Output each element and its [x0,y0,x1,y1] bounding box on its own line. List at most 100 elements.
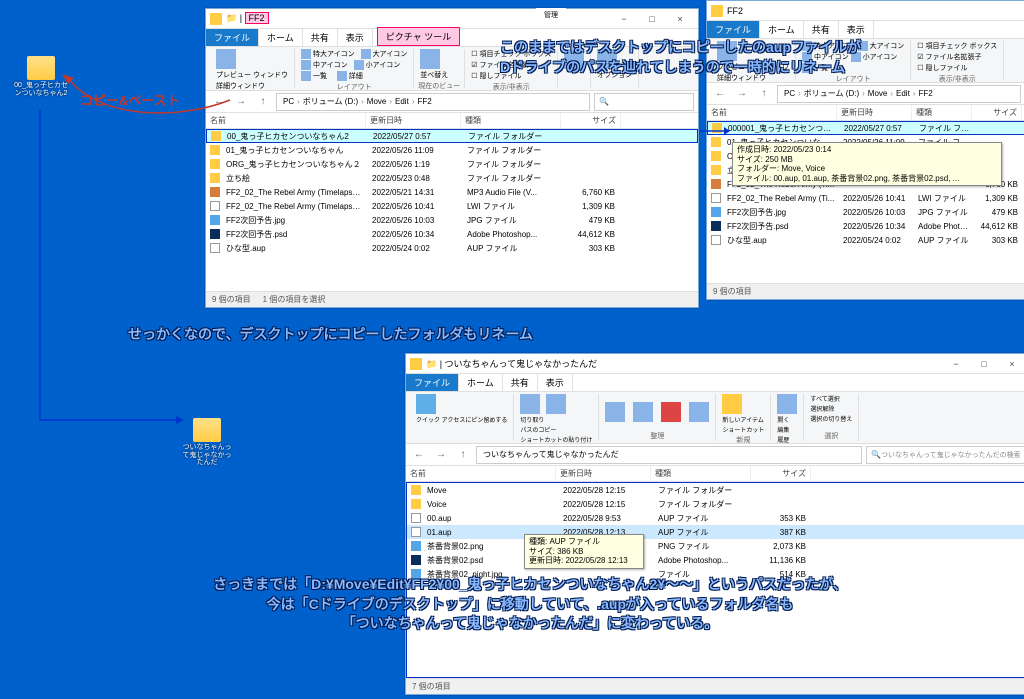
breadcrumb-item[interactable]: Move [365,97,389,106]
titlebar[interactable]: FF2 [707,1,1024,21]
desktop-folder-icon-2[interactable]: ついなちゃんって鬼じゃなかったんだ [180,418,234,467]
table-row[interactable]: FF2_02_The Rebel Army (Timelapse Remix..… [206,185,698,199]
tab-share[interactable]: 共有 [303,29,338,46]
breadcrumb-item[interactable]: ボリューム (D:) [301,96,360,107]
ribbon-sort[interactable]: 並べ替え [418,70,460,80]
up-button[interactable]: ↑ [454,446,472,464]
table-row[interactable]: ひな型.aup2022/05/24 0:02AUP ファイル303 KB [707,233,1024,247]
table-row[interactable]: 01.aup2022/05/28 12:13AUP ファイル387 KB [407,525,1024,539]
breadcrumb-item[interactable]: Edit [894,89,912,98]
table-row[interactable]: FF2次回予告.jpg2022/05/26 10:03JPG ファイル479 K… [206,213,698,227]
tab-home[interactable]: ホーム [459,374,503,391]
breadcrumb-item[interactable]: FF2 [916,89,934,98]
ribbon-props[interactable] [775,394,799,414]
breadcrumb-item[interactable]: FF2 [415,97,433,106]
table-row[interactable]: 茶番背景02.png2022/05/28 12:06PNG ファイル2,073 … [407,539,1024,553]
tab-view[interactable]: 表示 [839,21,874,38]
ribbon-sort[interactable] [418,49,460,69]
tab-manage[interactable]: 管理 [536,8,566,22]
col-name[interactable]: 名前 [707,105,837,120]
table-row[interactable]: FF2次回予告.jpg2022/05/26 10:03JPG ファイル479 K… [707,205,1024,219]
tab-view[interactable]: 表示 [538,374,573,391]
forward-button[interactable]: → [232,93,250,111]
ribbon-pin[interactable] [414,394,509,414]
breadcrumb[interactable]: PC›ボリューム (D:)›Move›Edit›FF2 [276,93,590,111]
ribbon-hidesel[interactable] [562,49,586,69]
ribbon-copyto[interactable] [631,394,655,430]
col-name[interactable]: 名前 [406,466,556,481]
breadcrumb[interactable]: PC›ボリューム (D:)›Move›Edit›FF2 [777,85,1021,103]
tab-file[interactable]: ファイル [406,374,459,391]
ribbon-hidden[interactable]: ☐ 隠しファイル [469,71,553,81]
search-input[interactable]: 🔍 ついなちゃんって鬼じゃなかったんだの検索 [866,446,1024,464]
table-row[interactable]: ORG_鬼っ子ヒカセンついなちゃん２2022/05/26 1:19ファイル フォ… [206,157,698,171]
table-row[interactable]: Voice2022/05/28 12:15ファイル フォルダー [407,497,1024,511]
ribbon-moveto[interactable] [603,394,627,430]
col-name[interactable]: 名前 [206,113,366,128]
col-size[interactable]: サイズ [751,466,811,481]
titlebar[interactable]: 📁 | FF2 − □ × [206,9,698,29]
back-button[interactable]: ← [711,85,729,103]
desktop-folder-icon-1[interactable]: 00_鬼っ子ヒカセンついなちゃん2 [14,56,68,97]
col-size[interactable]: サイズ [972,105,1022,120]
close-button[interactable]: × [666,11,694,27]
ribbon-medium[interactable]: 中アイコン 小アイコン [299,60,409,70]
minimize-button[interactable]: − [942,356,970,372]
table-row[interactable]: 茶番背景02_night.jpgファイル514 KB [407,567,1024,581]
tab-share[interactable]: 共有 [503,374,538,391]
tab-view[interactable]: 表示 [338,29,373,46]
ribbon-delete[interactable] [659,394,683,430]
search-input[interactable]: 🔍 [594,93,694,111]
table-row[interactable]: FF2_02_The Rebel Army (Timelapse Remix..… [206,199,698,213]
up-button[interactable]: ↑ [755,85,773,103]
breadcrumb-item[interactable]: PC [281,97,296,106]
breadcrumb-item[interactable]: Edit [393,97,411,106]
col-type[interactable]: 種類 [461,113,561,128]
table-row[interactable]: FF2次回予告.psd2022/05/26 10:34Adobe Photosh… [707,219,1024,233]
tab-file[interactable]: ファイル [707,21,760,38]
file-list[interactable]: Move2022/05/28 12:15ファイル フォルダーVoice2022/… [406,482,1024,678]
forward-button[interactable]: → [432,446,450,464]
tab-picture-tools[interactable]: ピクチャ ツール [377,27,460,46]
tab-home[interactable]: ホーム [760,21,804,38]
col-date[interactable]: 更新日時 [556,466,651,481]
ribbon-copy[interactable] [518,394,542,414]
tab-share[interactable]: 共有 [804,21,839,38]
table-row[interactable]: 立ち絵2022/05/23 0:48ファイル フォルダー [206,171,698,185]
table-row[interactable]: 01_鬼っ子ヒカセンついなちゃん2022/05/26 11:09ファイル フォル… [206,143,698,157]
breadcrumb-item[interactable]: PC [782,89,797,98]
table-row[interactable]: FF2次回予告.psd2022/05/26 10:34Adobe Photosh… [206,227,698,241]
col-date[interactable]: 更新日時 [366,113,461,128]
titlebar[interactable]: 📁 | ついなちゃんって鬼じゃなかったんだ − □ × [406,354,1024,374]
col-date[interactable]: 更新日時 [837,105,912,120]
col-type[interactable]: 種類 [651,466,751,481]
ribbon-rename[interactable] [687,394,711,430]
breadcrumb[interactable]: ついなちゃんって鬼じゃなかったんだ [476,446,862,464]
ribbon-chk[interactable]: ☐ 項目チェック ボックス [469,49,553,59]
maximize-button[interactable]: □ [638,11,666,27]
back-button[interactable]: ← [210,93,228,111]
ribbon-list[interactable]: 一覧 詳細 [299,71,409,81]
table-row[interactable]: 000001_鬼っ子ヒカセンついなちゃん22022/05/27 0:57ファイル… [707,121,1024,135]
ribbon-ext[interactable]: ☑ ファイル名拡張子 [469,60,553,70]
minimize-button[interactable]: − [610,11,638,27]
ribbon-nav-pane[interactable] [214,49,290,69]
breadcrumb-item[interactable]: ボリューム (D:) [802,88,861,99]
table-row[interactable]: Move2022/05/28 12:15ファイル フォルダー [407,483,1024,497]
col-size[interactable]: サイズ [561,113,621,128]
breadcrumb-item[interactable]: Move [866,89,890,98]
file-list[interactable]: 00_鬼っ子ヒカセンついなちゃん22022/05/27 0:57ファイル フォル… [206,129,698,291]
back-button[interactable]: ← [410,446,428,464]
breadcrumb-item[interactable]: ついなちゃんって鬼じゃなかったんだ [481,449,621,460]
ribbon-preview[interactable]: プレビュー ウィンドウ [214,70,290,80]
table-row[interactable]: ひな型.aup2022/05/24 0:02AUP ファイル303 KB [206,241,698,255]
ribbon-newfolder[interactable] [720,394,766,414]
table-row[interactable]: 00.aup2022/05/28 9:53AUP ファイル353 KB [407,511,1024,525]
table-row[interactable]: FF2_02_The Rebel Army (Ti...2022/05/26 1… [707,191,1024,205]
col-type[interactable]: 種類 [912,105,972,120]
ribbon-options[interactable] [595,49,634,69]
tab-home[interactable]: ホーム [259,29,303,46]
close-button[interactable]: × [998,356,1024,372]
forward-button[interactable]: → [733,85,751,103]
up-button[interactable]: ↑ [254,93,272,111]
